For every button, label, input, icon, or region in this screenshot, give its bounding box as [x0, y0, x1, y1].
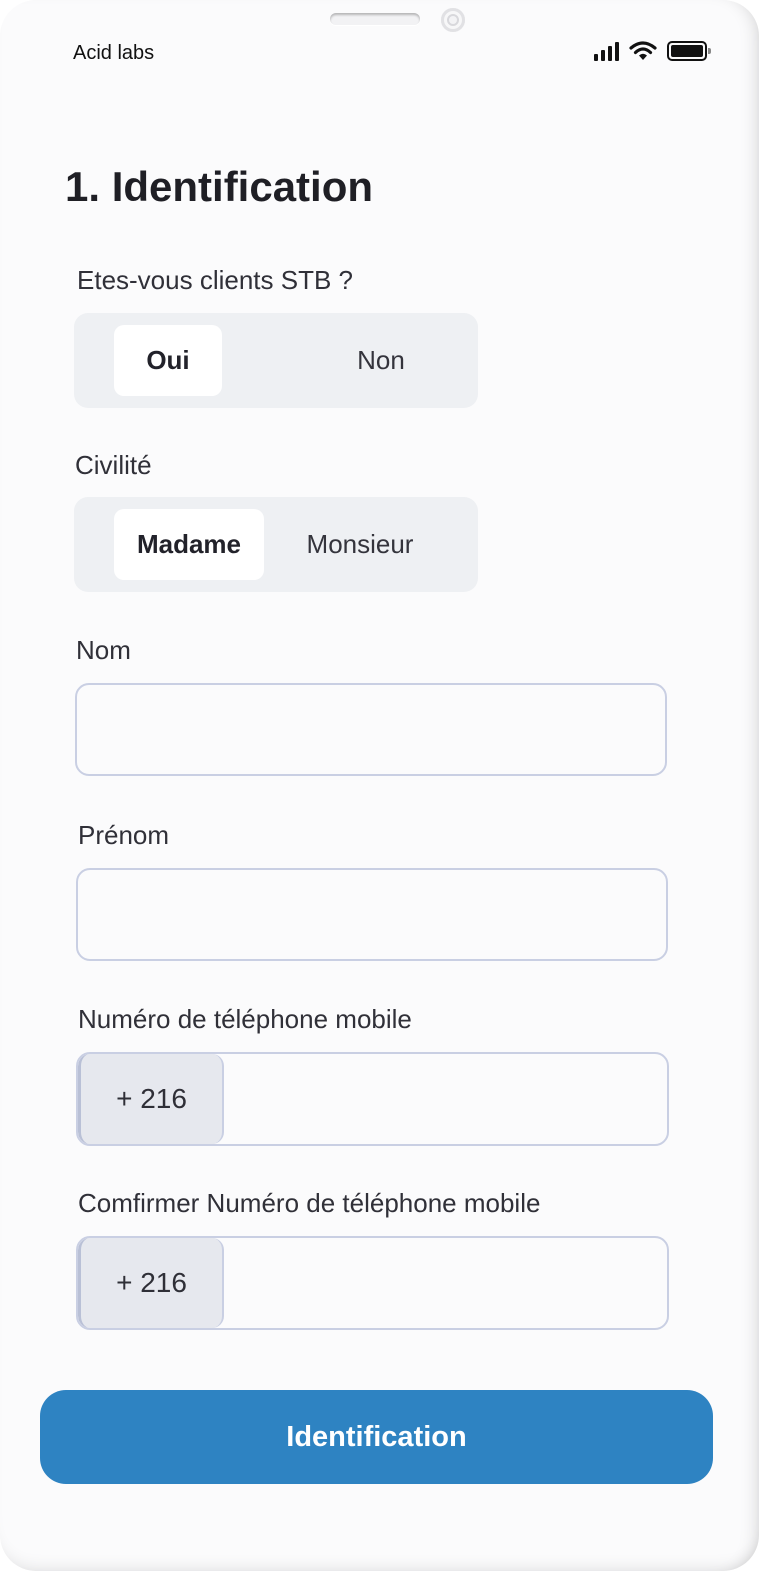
client-option-non[interactable]: Non	[326, 325, 436, 396]
page-title: 1. Identification	[65, 163, 374, 210]
last-name-input[interactable]	[77, 685, 665, 774]
civility-label: Civilité	[75, 450, 152, 480]
status-icons	[594, 40, 711, 62]
client-option-oui[interactable]: Oui	[114, 325, 222, 396]
mobile-confirm-country-code[interactable]: + 216	[78, 1238, 224, 1328]
civility-option-madame[interactable]: Madame	[114, 509, 264, 580]
battery-icon	[667, 41, 711, 61]
signal-icon	[594, 41, 619, 61]
civility-option-monsieur[interactable]: Monsieur	[280, 509, 440, 580]
speaker-grille	[330, 13, 420, 25]
first-name-label: Prénom	[78, 820, 170, 850]
first-name-field	[76, 868, 668, 961]
last-name-label: Nom	[76, 635, 131, 665]
mobile-confirm-field: + 216	[76, 1236, 669, 1330]
identification-button[interactable]: Identification	[40, 1390, 713, 1484]
wifi-icon	[629, 41, 657, 60]
client-question-label: Etes-vous clients STB ?	[77, 265, 353, 295]
mobile-label: Numéro de téléphone mobile	[78, 1004, 412, 1034]
client-toggle: Oui Non	[74, 313, 478, 408]
mobile-field: + 216	[76, 1052, 669, 1146]
first-name-input[interactable]	[78, 870, 666, 959]
mobile-confirm-input[interactable]	[224, 1238, 667, 1328]
carrier-name: Acid labs	[73, 42, 155, 64]
civility-toggle: Madame Monsieur	[74, 497, 478, 592]
mobile-input[interactable]	[224, 1054, 667, 1144]
camera-icon	[441, 8, 465, 32]
mobile-confirm-label: Comfirmer Numéro de téléphone mobile	[78, 1188, 541, 1218]
last-name-field	[75, 683, 667, 776]
phone-frame: Acid labs 1. Identification Etes-vous cl…	[0, 0, 759, 1571]
mobile-country-code[interactable]: + 216	[78, 1054, 224, 1144]
